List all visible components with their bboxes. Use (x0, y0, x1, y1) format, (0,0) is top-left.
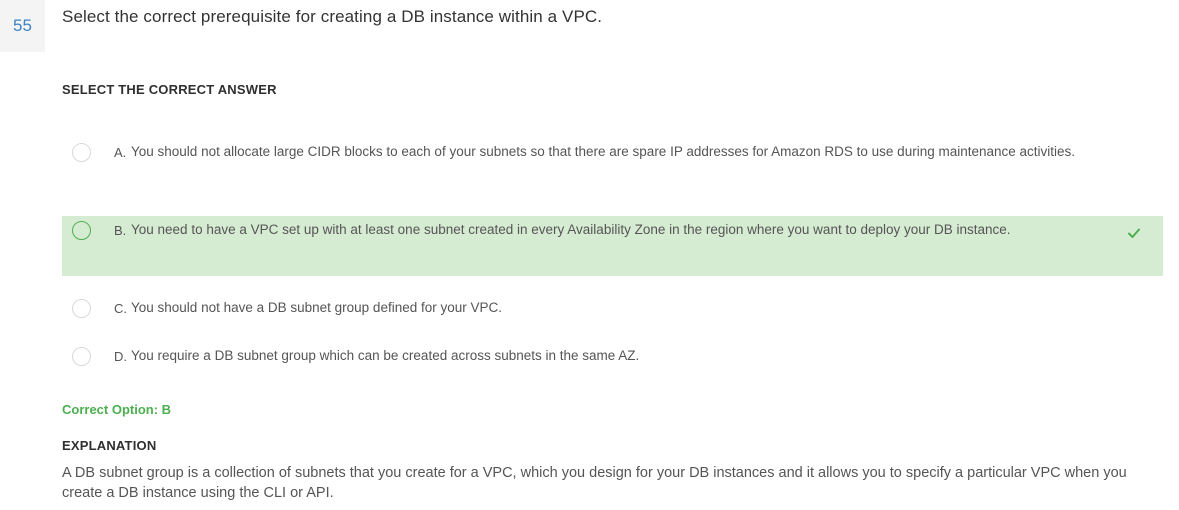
option-a-radio[interactable] (72, 143, 91, 162)
option-c-radio[interactable] (72, 299, 91, 318)
option-a-letter: A. (114, 145, 127, 160)
select-answer-heading: SELECT THE CORRECT ANSWER (62, 82, 277, 97)
option-d-text: You require a DB subnet group which can … (131, 348, 640, 363)
option-d-letter: D. (114, 349, 127, 364)
option-b-letter: B. (114, 223, 127, 238)
option-c-text: You should not have a DB subnet group de… (131, 300, 502, 315)
option-a[interactable]: A. You should not allocate large CIDR bl… (62, 137, 1163, 199)
option-a-text: You should not allocate large CIDR block… (131, 144, 1076, 159)
explanation-heading: EXPLANATION (62, 438, 157, 453)
question-text: Select the correct prerequisite for crea… (62, 7, 603, 26)
check-icon (1128, 228, 1140, 238)
option-d[interactable]: D. You require a DB subnet group which c… (62, 344, 1163, 370)
option-b[interactable]: B. You need to have a VPC set up with at… (62, 216, 1163, 276)
option-b-text: You need to have a VPC set up with at le… (131, 222, 1011, 237)
option-d-radio[interactable] (72, 347, 91, 366)
option-c-letter: C. (114, 301, 127, 316)
option-b-radio[interactable] (72, 221, 91, 240)
option-c[interactable]: C. You should not have a DB subnet group… (62, 296, 1163, 322)
question-number: 55 (0, 0, 45, 52)
question-page: 55 Select the correct prerequisite for c… (0, 0, 1179, 510)
correct-option-label: Correct Option: B (62, 402, 172, 417)
explanation-text: A DB subnet group is a collection of sub… (62, 465, 1127, 501)
